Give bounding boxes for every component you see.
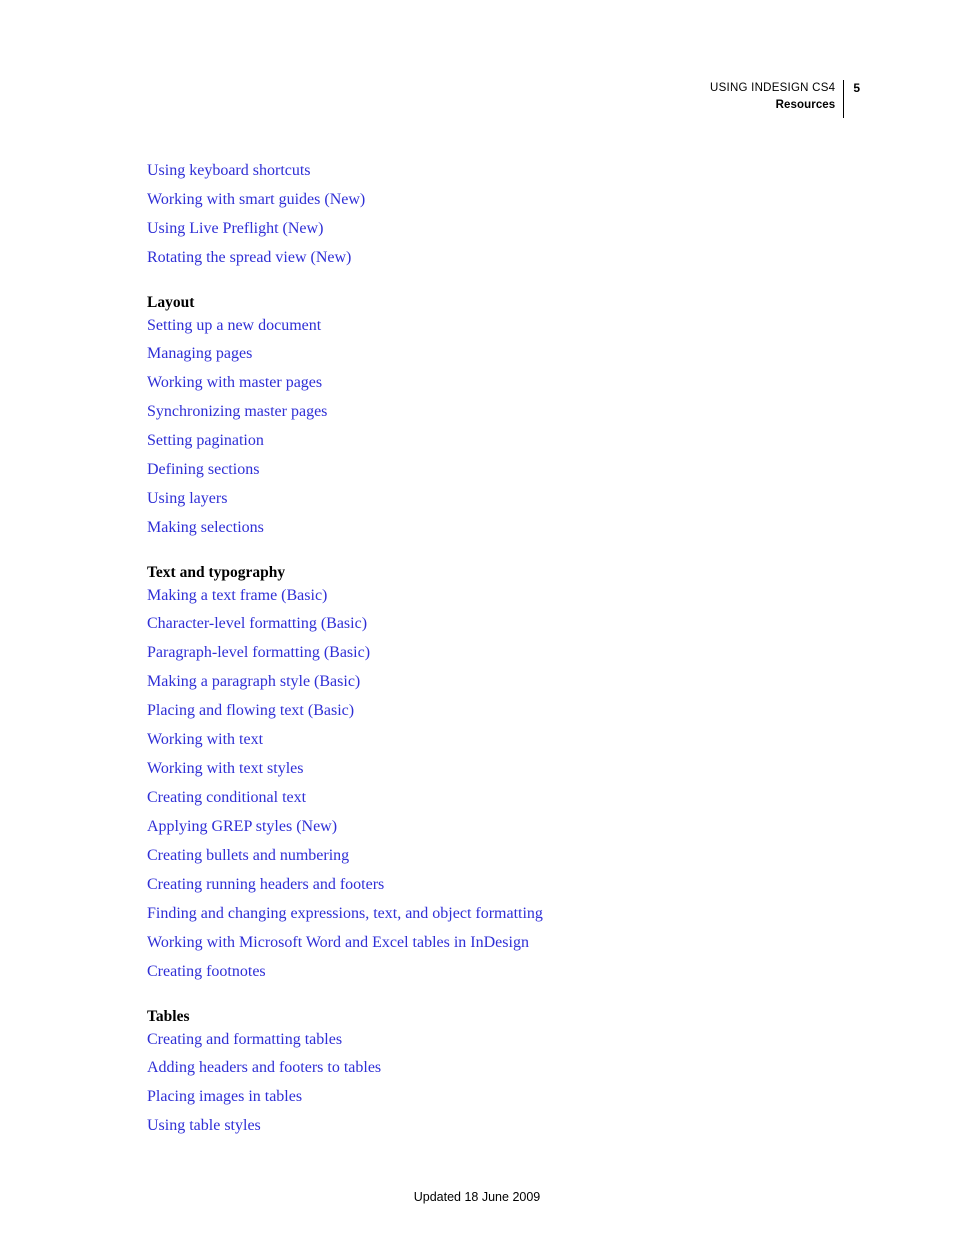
- toc-link[interactable]: Managing pages: [147, 339, 847, 368]
- toc-link[interactable]: Using layers: [147, 484, 847, 513]
- section-heading: Text and typography: [147, 564, 286, 581]
- page-footer: Updated 18 June 2009: [413, 1190, 541, 1204]
- section-heading: Layout: [147, 294, 195, 311]
- toc-link[interactable]: Placing images in tables: [147, 1082, 847, 1111]
- toc-link[interactable]: Rotating the spread view (New): [147, 243, 847, 272]
- link-section: Text and typography Making a text frame (…: [147, 562, 847, 986]
- toc-link[interactable]: Working with smart guides (New): [147, 185, 847, 214]
- running-header-subtitle: Resources: [775, 99, 836, 111]
- toc-link[interactable]: Paragraph-level formatting (Basic): [147, 638, 847, 667]
- toc-link[interactable]: Character-level formatting (Basic): [147, 609, 847, 638]
- toc-link[interactable]: Adding headers and footers to tables: [147, 1053, 847, 1082]
- toc-link[interactable]: Working with Microsoft Word and Excel ta…: [147, 928, 847, 957]
- running-header-title: USING INDESIGN CS4: [710, 82, 836, 94]
- running-header-text: USING INDESIGN CS4 Resources: [710, 80, 843, 120]
- running-header: USING INDESIGN CS4 Resources 5: [710, 80, 860, 120]
- link-section: Tables Creating and formatting tables Addi…: [147, 1006, 847, 1140]
- page-number: 5: [853, 81, 860, 95]
- toc-link[interactable]: Working with text styles: [147, 754, 847, 783]
- toc-link[interactable]: Defining sections: [147, 455, 847, 484]
- toc-link[interactable]: Using Live Preflight (New): [147, 214, 847, 243]
- link-section: Using keyboard shortcuts Working with sma…: [147, 156, 847, 272]
- toc-link[interactable]: Finding and changing expressions, text, …: [147, 899, 847, 928]
- toc-link[interactable]: Making a paragraph style (Basic): [147, 667, 847, 696]
- link-list: Using keyboard shortcuts Working with sma…: [147, 156, 847, 1140]
- toc-link[interactable]: Setting up a new document: [147, 313, 847, 339]
- section-heading: Tables: [147, 1008, 190, 1025]
- toc-link[interactable]: Working with text: [147, 725, 847, 754]
- toc-link[interactable]: Creating footnotes: [147, 957, 847, 986]
- toc-link[interactable]: Applying GREP styles (New): [147, 812, 847, 841]
- document-page: USING INDESIGN CS4 Resources 5 Using key…: [0, 0, 954, 1235]
- toc-link[interactable]: Using keyboard shortcuts: [147, 156, 847, 185]
- toc-link[interactable]: Using table styles: [147, 1111, 847, 1140]
- toc-link[interactable]: Making a text frame (Basic): [147, 583, 847, 609]
- toc-link[interactable]: Creating conditional text: [147, 783, 847, 812]
- toc-link[interactable]: Working with master pages: [147, 368, 847, 397]
- link-section: Layout Setting up a new document Managing …: [147, 292, 847, 542]
- toc-link[interactable]: Synchronizing master pages: [147, 397, 847, 426]
- toc-link[interactable]: Creating running headers and footers: [147, 870, 847, 899]
- toc-link[interactable]: Creating and formatting tables: [147, 1027, 847, 1053]
- toc-link[interactable]: Making selections: [147, 513, 847, 542]
- toc-link[interactable]: Setting pagination: [147, 426, 847, 455]
- toc-link[interactable]: Creating bullets and numbering: [147, 841, 847, 870]
- toc-link[interactable]: Placing and flowing text (Basic): [147, 696, 847, 725]
